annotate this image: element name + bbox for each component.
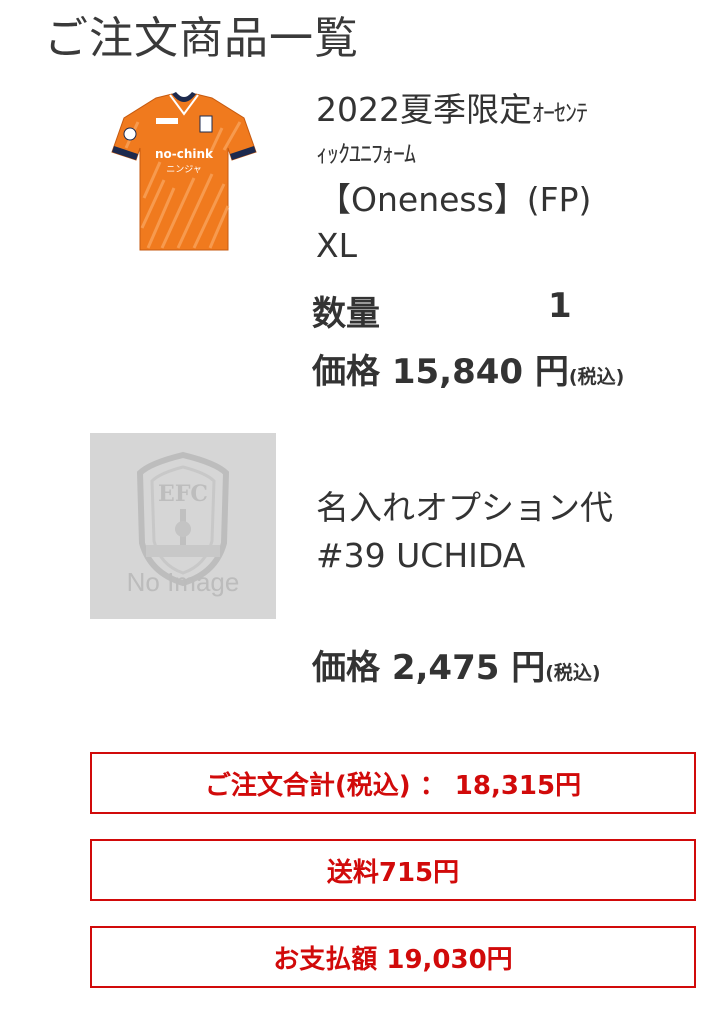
no-image-placeholder[interactable]: EFC No Image: [90, 433, 276, 619]
price-row: 価格 2,475 円(税込): [312, 640, 601, 689]
no-image-label: No Image: [127, 567, 240, 597]
price-value: 2,475 円: [391, 648, 546, 688]
shipping-fee-box: 送料715円: [90, 839, 696, 901]
page-title: ご注文商品一覧: [44, 13, 359, 64]
product-name-line-2: ｨｯｸﾕﾆﾌｫｰﾑ: [316, 140, 416, 168]
tax-note: (税込): [568, 366, 625, 388]
quantity-value: 1: [548, 286, 572, 326]
quantity-row: 数量 1: [312, 286, 572, 335]
placeholder-emblem: EFC No Image: [127, 451, 240, 597]
sponsor-subtext: ニンジャ: [166, 165, 202, 175]
order-total-box: ご注文合計(税込) ： 18,315円: [90, 752, 696, 814]
price-label: 価格: [312, 352, 380, 392]
payment-amount-box: お支払額 19,030円: [90, 926, 696, 988]
price-row: 価格 15,840 円(税込): [312, 344, 624, 393]
product-size: XL: [316, 226, 357, 265]
option-name-line-1: 名入れオプション代: [316, 488, 613, 527]
jersey-image: no-chink ニンジャ: [111, 92, 257, 251]
product-image[interactable]: no-chink ニンジャ: [104, 88, 264, 260]
emblem-text: EFC: [158, 481, 208, 507]
product-name-small: ｵｰｾﾝﾃ: [531, 99, 588, 127]
sponsor-text: no-chink: [155, 147, 214, 161]
tax-note: (税込): [545, 662, 601, 684]
price-label: 価格: [312, 648, 380, 688]
product-name-main: 2022夏季限定: [316, 90, 532, 129]
quantity-label: 数量: [312, 294, 380, 334]
option-name-line-2: #39 UCHIDA: [316, 536, 526, 575]
price-value: 15,840 円: [391, 352, 569, 392]
product-name-line-3: 【Oneness】(FP): [318, 180, 592, 219]
